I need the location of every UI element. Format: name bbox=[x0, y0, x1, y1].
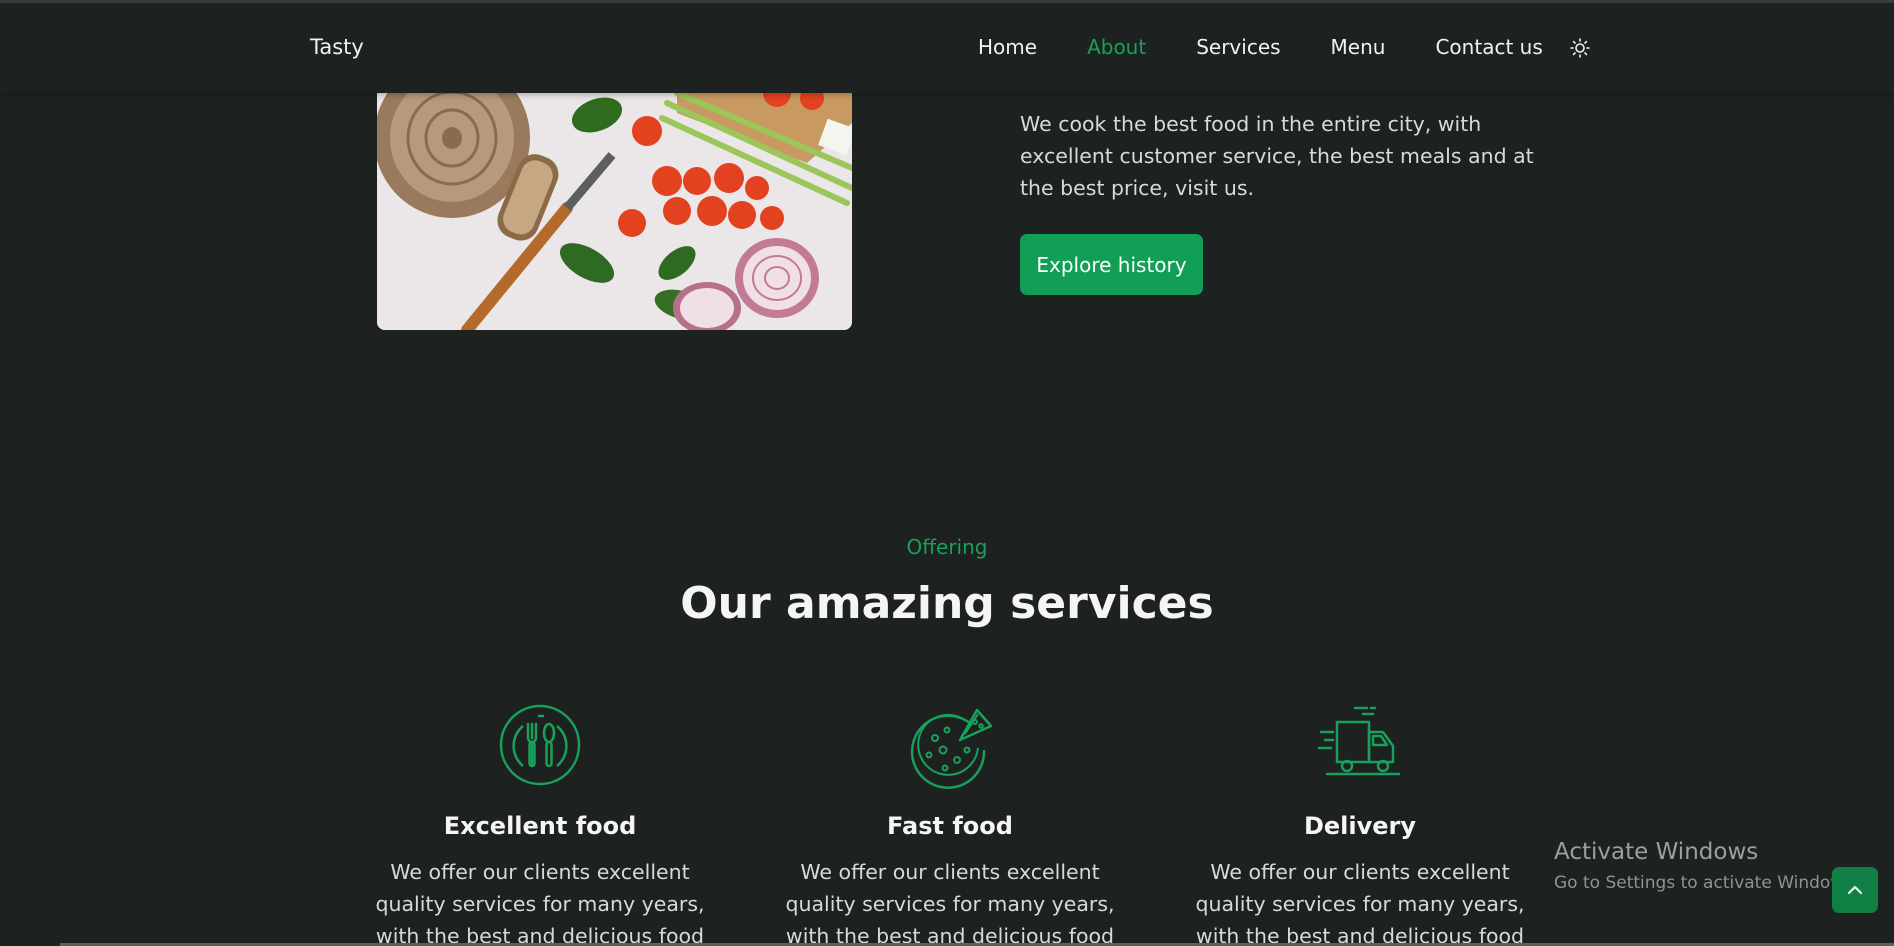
site-header: Tasty Home About Services Menu Contact u… bbox=[0, 3, 1894, 93]
service-card-title: Fast food bbox=[887, 812, 1013, 840]
chevron-up-icon bbox=[1847, 885, 1863, 895]
service-card-excellent-food: Excellent food We offer our clients exce… bbox=[360, 700, 720, 946]
activate-windows-subtitle: Go to Settings to activate Windows. bbox=[1554, 873, 1859, 893]
main-nav: Home About Services Menu Contact us bbox=[978, 35, 1543, 59]
explore-history-button[interactable]: Explore history bbox=[1020, 234, 1203, 295]
service-card-text: We offer our clients excellent quality s… bbox=[785, 860, 1115, 946]
about-food-image bbox=[377, 93, 852, 330]
sun-icon bbox=[1570, 38, 1590, 58]
scroll-up-button[interactable] bbox=[1832, 867, 1878, 913]
service-card-fast-food: Fast food We offer our clients excellent… bbox=[770, 700, 1130, 946]
section-subtitle: Offering bbox=[906, 535, 988, 559]
nav-contact[interactable]: Contact us bbox=[1435, 35, 1542, 59]
service-card-text: We offer our clients excellent quality s… bbox=[1195, 860, 1525, 946]
nav-home[interactable]: Home bbox=[978, 35, 1037, 59]
service-card-title: Delivery bbox=[1303, 812, 1417, 840]
nav-menu[interactable]: Menu bbox=[1331, 35, 1386, 59]
theme-toggle-button[interactable] bbox=[1568, 36, 1592, 60]
section-title: Our amazing services bbox=[680, 578, 1214, 629]
fork-spoon-plate-icon bbox=[499, 704, 581, 786]
service-card-delivery: Delivery We offer our clients excellent … bbox=[1180, 700, 1540, 946]
nav-about[interactable]: About bbox=[1087, 35, 1146, 59]
activate-windows-title: Activate Windows bbox=[1554, 839, 1759, 865]
logo[interactable]: Tasty bbox=[310, 35, 364, 59]
service-card-title: Excellent food bbox=[443, 812, 637, 840]
delivery-truck-icon bbox=[1317, 706, 1401, 776]
about-description: We cook the best food in the entire city… bbox=[1020, 112, 1534, 200]
service-card-text: We offer our clients excellent quality s… bbox=[375, 860, 705, 946]
nav-services[interactable]: Services bbox=[1196, 35, 1280, 59]
pizza-icon bbox=[910, 708, 993, 789]
